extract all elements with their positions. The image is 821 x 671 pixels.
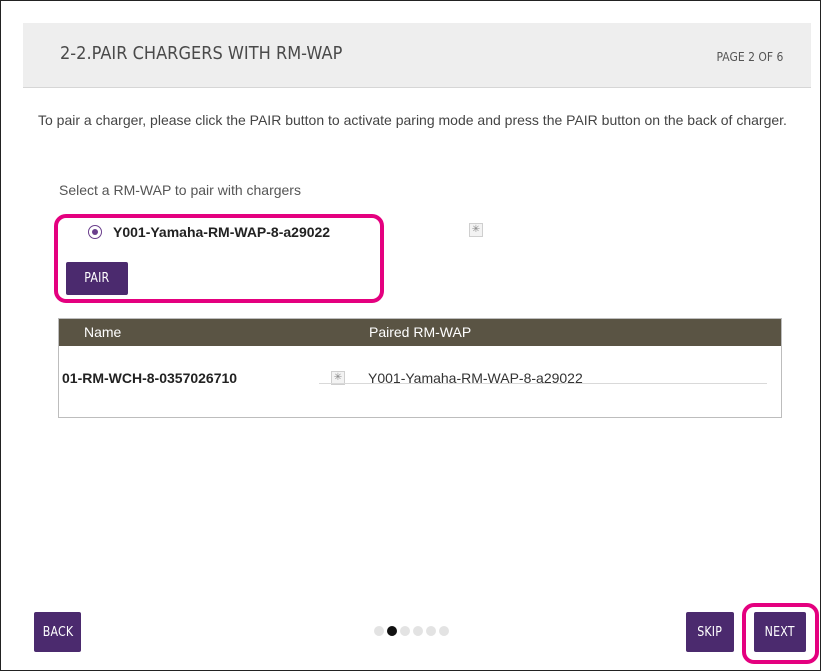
paired-chargers-table: Name Paired RM-WAP 01-RM-WCH-8-035702671… bbox=[58, 318, 782, 418]
pagination-dot[interactable] bbox=[426, 625, 436, 636]
page-title: 2-2.PAIR CHARGERS WITH RM-WAP bbox=[60, 43, 343, 64]
column-header-paired-rm-wap: Paired RM-WAP bbox=[369, 324, 472, 340]
table-header: Name Paired RM-WAP bbox=[59, 319, 781, 346]
skip-button[interactable]: SKIP bbox=[686, 612, 734, 652]
charger-name-cell: 01-RM-WCH-8-0357026710 bbox=[62, 370, 238, 386]
row-divider bbox=[319, 383, 767, 384]
pagination-dot[interactable] bbox=[413, 625, 423, 636]
instructions-text: To pair a charger, please click the PAIR… bbox=[38, 112, 787, 128]
radio-button-selected[interactable] bbox=[88, 225, 102, 239]
select-rm-wap-label: Select a RM-WAP to pair with chargers bbox=[59, 182, 301, 198]
pagination-dots bbox=[374, 622, 452, 636]
pagination-dot[interactable] bbox=[400, 625, 410, 636]
wizard-header: 2-2.PAIR CHARGERS WITH RM-WAP PAGE 2 OF … bbox=[23, 23, 811, 88]
back-button[interactable]: BACK bbox=[34, 612, 81, 652]
column-header-name: Name bbox=[84, 324, 122, 340]
page-indicator: PAGE 2 OF 6 bbox=[716, 50, 783, 64]
rm-wap-option-label: Y001-Yamaha-RM-WAP-8-a29022 bbox=[113, 224, 331, 240]
next-button[interactable]: NEXT bbox=[754, 612, 806, 652]
locate-icon[interactable]: ✳ bbox=[469, 223, 483, 237]
wizard-window: 2-2.PAIR CHARGERS WITH RM-WAP PAGE 2 OF … bbox=[0, 0, 821, 671]
pagination-dot[interactable] bbox=[374, 625, 384, 636]
pagination-dot-current[interactable] bbox=[387, 625, 397, 636]
pagination-dot[interactable] bbox=[439, 625, 449, 636]
pair-button[interactable]: PAIR bbox=[66, 262, 128, 295]
